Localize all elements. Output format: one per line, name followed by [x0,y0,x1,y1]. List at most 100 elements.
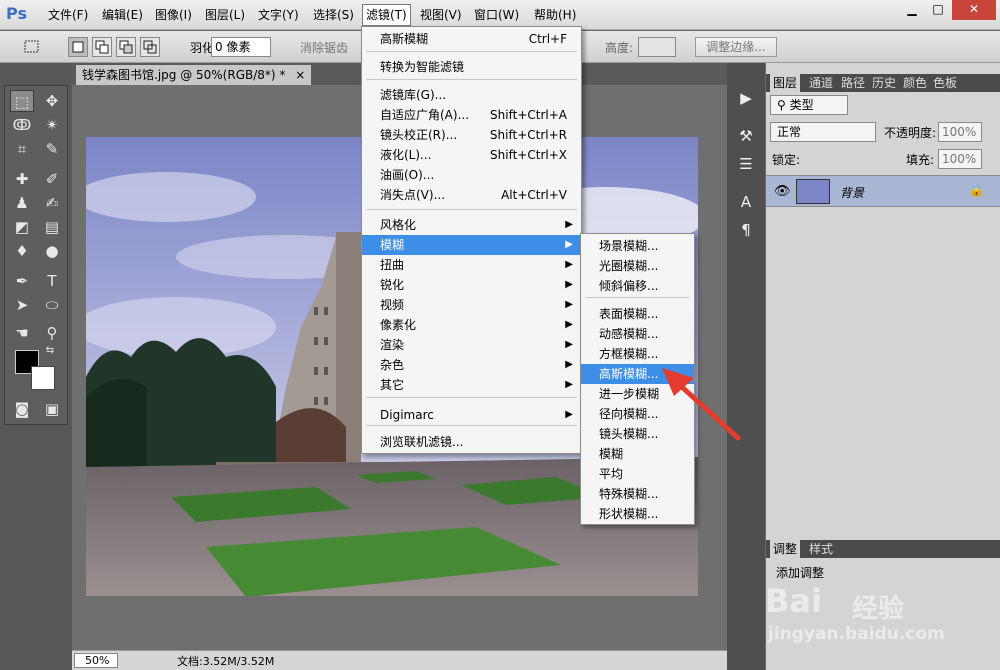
subtract-selection-icon[interactable] [116,37,136,57]
path-selection-icon[interactable]: ➤ [10,294,34,316]
filter-menu-item[interactable]: 转换为智能滤镜 [362,57,581,77]
quick-mask-icon[interactable]: ◙ [10,398,34,420]
layer-filter-select[interactable]: ⚲ 类型 [770,95,848,115]
filter-menu-item[interactable]: 消失点(V)... Alt+Ctrl+V [362,185,581,205]
blur-tool-icon[interactable]: ♦ [10,240,34,262]
swap-colors-icon[interactable]: ⇆ [43,344,57,358]
background-color-swatch[interactable] [31,366,55,390]
healing-brush-icon[interactable]: ✚ [10,168,34,190]
refine-edge-button[interactable]: 调整边缘... [695,37,777,57]
doc-info[interactable]: 文档:3.52M/3.52M [177,653,274,669]
status-bar: 50% 文档:3.52M/3.52M [72,650,727,670]
layer-name[interactable]: 背景 [840,184,864,201]
filter-menu-item[interactable]: 浏览联机滤镜... [362,432,581,452]
filter-menu-item[interactable]: 扭曲 ▶ [362,255,581,275]
pen-tool-icon[interactable]: ✒ [10,270,34,292]
feather-input[interactable]: 0 像素 [211,37,271,57]
tab-history[interactable]: 历史 [869,74,899,92]
height-input[interactable] [638,37,676,57]
filter-menu-item[interactable]: 滤镜库(G)... [362,85,581,105]
filter-menu-item[interactable]: Digimarc ▶ [362,405,581,425]
restore-button[interactable]: □ [924,0,952,20]
document-tab[interactable]: 钱学森图书馆.jpg @ 50%(RGB/8*) * × [76,65,312,85]
filter-menu-item[interactable]: 镜头校正(R)... Shift+Ctrl+R [362,125,581,145]
type-tool-icon[interactable]: T [40,270,64,292]
tab-swatches[interactable]: 色板 [930,74,960,92]
submenu-arrow-icon: ▶ [565,239,573,250]
brush-tool-icon[interactable]: ✐ [40,168,64,190]
filter-menu-item[interactable]: 锐化 ▶ [362,275,581,295]
fill-input[interactable]: 100% [938,149,982,169]
move-tool-icon[interactable]: ✥ [40,90,64,112]
menu-select[interactable]: 选择(S) [313,6,354,23]
tab-layers[interactable]: 图层 [770,74,801,92]
blur-submenu-item[interactable]: 倾斜偏移... [581,276,694,296]
filter-menu-item[interactable]: 自适应广角(A)... Shift+Ctrl+A [362,105,581,125]
rectangular-marquee-icon[interactable]: ⬚ [10,90,34,112]
menu-image[interactable]: 图像(I) [155,6,192,23]
tab-styles[interactable]: 样式 [806,540,836,558]
blur-submenu-item[interactable]: 表面模糊... [581,304,694,324]
tab-channels[interactable]: 通道 [806,74,836,92]
menu-edit[interactable]: 编辑(E) [102,6,143,23]
magic-wand-icon[interactable]: ✴ [40,114,64,136]
filter-menu-item[interactable]: 其它 ▶ [362,375,581,395]
screen-mode-icon[interactable]: ▣ [40,398,64,420]
crop-tool-icon[interactable]: ⌗ [10,138,34,160]
paragraph-panel-icon[interactable]: ¶ [735,219,757,241]
minimize-button[interactable]: ▁ [898,0,926,20]
menu-window[interactable]: 窗口(W) [474,6,519,23]
filter-menu-item[interactable]: 像素化 ▶ [362,315,581,335]
blur-submenu-item[interactable]: 形状模糊... [581,504,694,524]
filter-menu-item[interactable]: 高斯模糊 Ctrl+F [362,29,581,49]
filter-menu-item[interactable]: 杂色 ▶ [362,355,581,375]
character-panel-icon[interactable]: A [735,191,757,213]
menu-help[interactable]: 帮助(H) [534,6,576,23]
blur-submenu-item[interactable]: 场景模糊... [581,236,694,256]
layer-thumbnail [796,179,830,204]
tool-presets-icon[interactable]: ⚒ [735,125,757,147]
eyedropper-icon[interactable]: ✎ [40,138,64,160]
dodge-tool-icon[interactable]: ● [40,240,64,262]
tab-adjustments[interactable]: 调整 [770,540,801,558]
new-selection-icon[interactable] [68,37,88,57]
filter-menu-item-label: Digimarc [380,408,434,422]
blend-mode-select[interactable]: 正常 [770,122,876,142]
menu-filter[interactable]: 滤镜(T) [362,4,411,26]
zoom-tool-icon[interactable]: ⚲ [40,322,64,344]
menu-file[interactable]: 文件(F) [48,6,88,23]
layer-row-background[interactable]: 👁 背景 🔒 [766,175,1000,207]
close-button[interactable]: ✕ [952,0,996,20]
blur-submenu-item[interactable]: 平均 [581,464,694,484]
sliders-icon[interactable]: ☰ [735,153,757,175]
gradient-tool-icon[interactable]: ▤ [40,216,64,238]
tab-paths[interactable]: 路径 [838,74,868,92]
history-brush-icon[interactable]: ✍ [40,192,64,214]
filter-menu-item[interactable]: 液化(L)... Shift+Ctrl+X [362,145,581,165]
menu-type[interactable]: 文字(Y) [258,6,299,23]
filter-menu-item[interactable]: 模糊 ▶ [362,235,581,255]
filter-menu-item[interactable]: 渲染 ▶ [362,335,581,355]
filter-menu-item[interactable]: 油画(O)... [362,165,581,185]
blur-submenu-item[interactable]: 动感模糊... [581,324,694,344]
eye-icon[interactable]: 👁 [774,184,791,199]
tab-close-icon[interactable]: × [295,68,305,82]
blur-submenu-item[interactable]: 特殊模糊... [581,484,694,504]
marquee-preset-icon[interactable] [22,37,42,57]
ellipse-tool-icon[interactable]: ⬭ [40,294,64,316]
blur-submenu-item[interactable]: 光圈模糊... [581,256,694,276]
eraser-icon[interactable]: ◩ [10,216,34,238]
opacity-input[interactable]: 100% [938,122,982,142]
lasso-tool-icon[interactable]: ↂ [10,114,34,136]
filter-menu-item[interactable]: 视频 ▶ [362,295,581,315]
zoom-level[interactable]: 50% [74,653,118,668]
add-selection-icon[interactable] [92,37,112,57]
menu-view[interactable]: 视图(V) [420,6,462,23]
play-icon[interactable]: ▶ [735,87,757,109]
tab-color[interactable]: 颜色 [900,74,930,92]
filter-menu-item[interactable]: 风格化 ▶ [362,215,581,235]
hand-tool-icon[interactable]: ☚ [10,322,34,344]
intersect-selection-icon[interactable] [140,37,160,57]
clone-stamp-icon[interactable]: ♟ [10,192,34,214]
menu-layer[interactable]: 图层(L) [205,6,245,23]
